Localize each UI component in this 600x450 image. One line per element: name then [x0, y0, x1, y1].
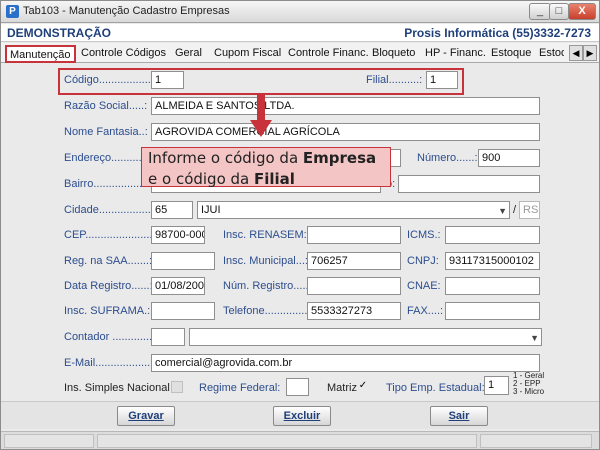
tab-estoque[interactable]: Estoque — [488, 45, 534, 63]
tipo-emp-option: 3 - Micro — [513, 387, 545, 396]
tipo-emp-legend: 1 - Geral 2 - EPP 3 - Micro — [513, 372, 544, 396]
chevron-down-icon: ▼ — [530, 333, 539, 343]
chevron-down-icon: ▼ — [498, 206, 507, 216]
cep-input[interactable]: 98700-000 — [151, 226, 205, 244]
status-bar — [1, 431, 599, 449]
maximize-button[interactable]: □ — [549, 3, 569, 20]
form-panel: Código.................: 1 Filial.......… — [6, 64, 594, 401]
callout-text: e o código da — [148, 170, 255, 188]
cidade-name: IJUI — [201, 204, 221, 216]
complemento-input[interactable] — [398, 175, 540, 193]
num-registro-label: Núm. Registro.....: — [223, 280, 312, 292]
tab-controle-financ[interactable]: Controle Financ. — [285, 45, 372, 63]
tab-scroll-left-icon[interactable]: ◀ — [569, 45, 583, 61]
cnpj-label: CNPJ: — [407, 255, 439, 267]
icms-label: ICMS.: — [407, 229, 441, 241]
telefone-label: Telefone...............: — [223, 305, 314, 317]
insc-suframa-input[interactable] — [151, 302, 215, 320]
status-cell — [4, 434, 94, 448]
tab-cupom-fiscal[interactable]: Cupom Fiscal — [211, 45, 284, 63]
matriz-label: Matriz — [327, 382, 357, 394]
down-arrow-icon — [250, 94, 272, 137]
matriz-checkbox[interactable]: ✓ — [357, 381, 369, 393]
contador-code-input[interactable] — [151, 328, 185, 346]
razao-social-input[interactable]: ALMEIDA E SANTOS LTDA. — [151, 97, 540, 115]
cidade-code-input[interactable]: 65 — [151, 201, 193, 219]
regime-federal-label: Regime Federal: — [199, 382, 281, 394]
cnae-label: CNAE: — [407, 280, 441, 292]
tab-scroll-controls: ◀ ▶ — [569, 45, 597, 61]
num-registro-input[interactable] — [307, 277, 401, 295]
numero-label: Número......: — [417, 152, 478, 164]
insc-municipal-input[interactable]: 706257 — [307, 252, 401, 270]
simples-nacional-label: Ins. Simples Nacional — [64, 382, 170, 394]
tab-scroll-right-icon[interactable]: ▶ — [583, 45, 597, 61]
header-bar: DEMONSTRAÇÃO Prosis Informática (55)3332… — [1, 24, 599, 42]
environment-label: DEMONSTRAÇÃO — [7, 26, 111, 40]
app-logo-icon: P — [6, 5, 19, 18]
cep-label: CEP.......................: — [64, 229, 159, 241]
tipo-emp-input[interactable]: 1 — [484, 376, 509, 395]
contador-label: Contador ..............: — [64, 331, 159, 343]
icms-input[interactable] — [445, 226, 540, 244]
simples-nacional-checkbox[interactable] — [171, 381, 183, 393]
email-label: E-Mail....................: — [64, 357, 160, 369]
tab-geral[interactable]: Geral — [172, 45, 205, 63]
excluir-button[interactable]: Excluir — [273, 406, 331, 426]
regime-federal-input[interactable] — [286, 378, 309, 396]
email-input[interactable]: comercial@agrovida.com.br — [151, 354, 540, 372]
status-cell — [480, 434, 592, 448]
codigo-label: Código.................: — [64, 74, 154, 86]
window-title: Tab103 - Manutenção Cadastro Empresas — [23, 5, 230, 17]
data-registro-input[interactable]: 01/08/2001 — [151, 277, 205, 295]
endereco-label: Endereço................: — [64, 152, 142, 164]
numero-input[interactable]: 900 — [478, 149, 540, 167]
bairro-label: Bairro.....................: — [64, 178, 142, 190]
insc-renasem-label: Insc. RENASEM: — [223, 229, 307, 241]
uf-separator: / — [513, 204, 517, 216]
tab-controle-codigos[interactable]: Controle Códigos — [78, 45, 169, 63]
tipo-emp-label: Tipo Emp. Estadual: — [386, 382, 485, 394]
razao-social-label: Razão Social.....: — [64, 100, 148, 112]
callout-empresa: Empresa — [302, 149, 377, 167]
gravar-button[interactable]: Gravar — [117, 406, 175, 426]
title-bar: P Tab103 - Manutenção Cadastro Empresas … — [1, 1, 599, 23]
callout-text: Informe o código da — [148, 149, 303, 167]
tab-bloqueto[interactable]: Bloqueto — [369, 45, 418, 63]
app-window: P Tab103 - Manutenção Cadastro Empresas … — [0, 0, 600, 450]
minimize-button[interactable]: _ — [529, 3, 551, 20]
tab-estoque-2[interactable]: Estoq — [536, 45, 564, 63]
cidade-label: Cidade...................: — [64, 204, 160, 216]
callout-filial: Filial — [254, 170, 295, 188]
filial-label: Filial..........: — [366, 74, 423, 86]
contador-select[interactable]: ▼ — [189, 328, 542, 346]
cnae-input[interactable] — [445, 277, 540, 295]
tab-manutencao[interactable]: Manutenção — [5, 45, 76, 63]
filial-input[interactable]: 1 — [426, 71, 458, 89]
fax-label: FAX....: — [407, 305, 444, 317]
cidade-select[interactable]: IJUI ▼ — [197, 201, 510, 219]
action-bar: Gravar Excluir Sair — [1, 401, 599, 429]
insc-renasem-input[interactable] — [307, 226, 401, 244]
nome-fantasia-label: Nome Fantasia..: — [64, 126, 148, 138]
codigo-input[interactable]: 1 — [151, 71, 184, 89]
tab-hp-financ[interactable]: HP - Financ. — [422, 45, 489, 63]
company-contact: Prosis Informática (55)3332-7273 — [404, 26, 591, 40]
uf-input[interactable]: RS — [519, 201, 540, 219]
data-registro-label: Data Registro......: — [64, 280, 153, 292]
insc-suframa-label: Insc. SUFRAMA.: — [64, 305, 151, 317]
tab-strip: Manutenção Controle Códigos Geral Cupom … — [1, 43, 599, 63]
nome-fantasia-input[interactable]: AGROVIDA COMERCIAL AGRÍCOLA — [151, 123, 540, 141]
telefone-input[interactable]: 5533327273 — [307, 302, 401, 320]
sair-button[interactable]: Sair — [430, 406, 488, 426]
reg-saa-input[interactable] — [151, 252, 215, 270]
instruction-callout: Informe o código da Empresa e o código d… — [141, 147, 391, 188]
insc-municipal-label: Insc. Municipal...: — [223, 255, 308, 267]
cnpj-input[interactable]: 93117315000102 — [445, 252, 540, 270]
reg-saa-label: Reg. na SAA.......: — [64, 255, 153, 267]
fax-input[interactable] — [445, 302, 540, 320]
status-cell — [97, 434, 477, 448]
close-button[interactable]: X — [568, 3, 596, 20]
